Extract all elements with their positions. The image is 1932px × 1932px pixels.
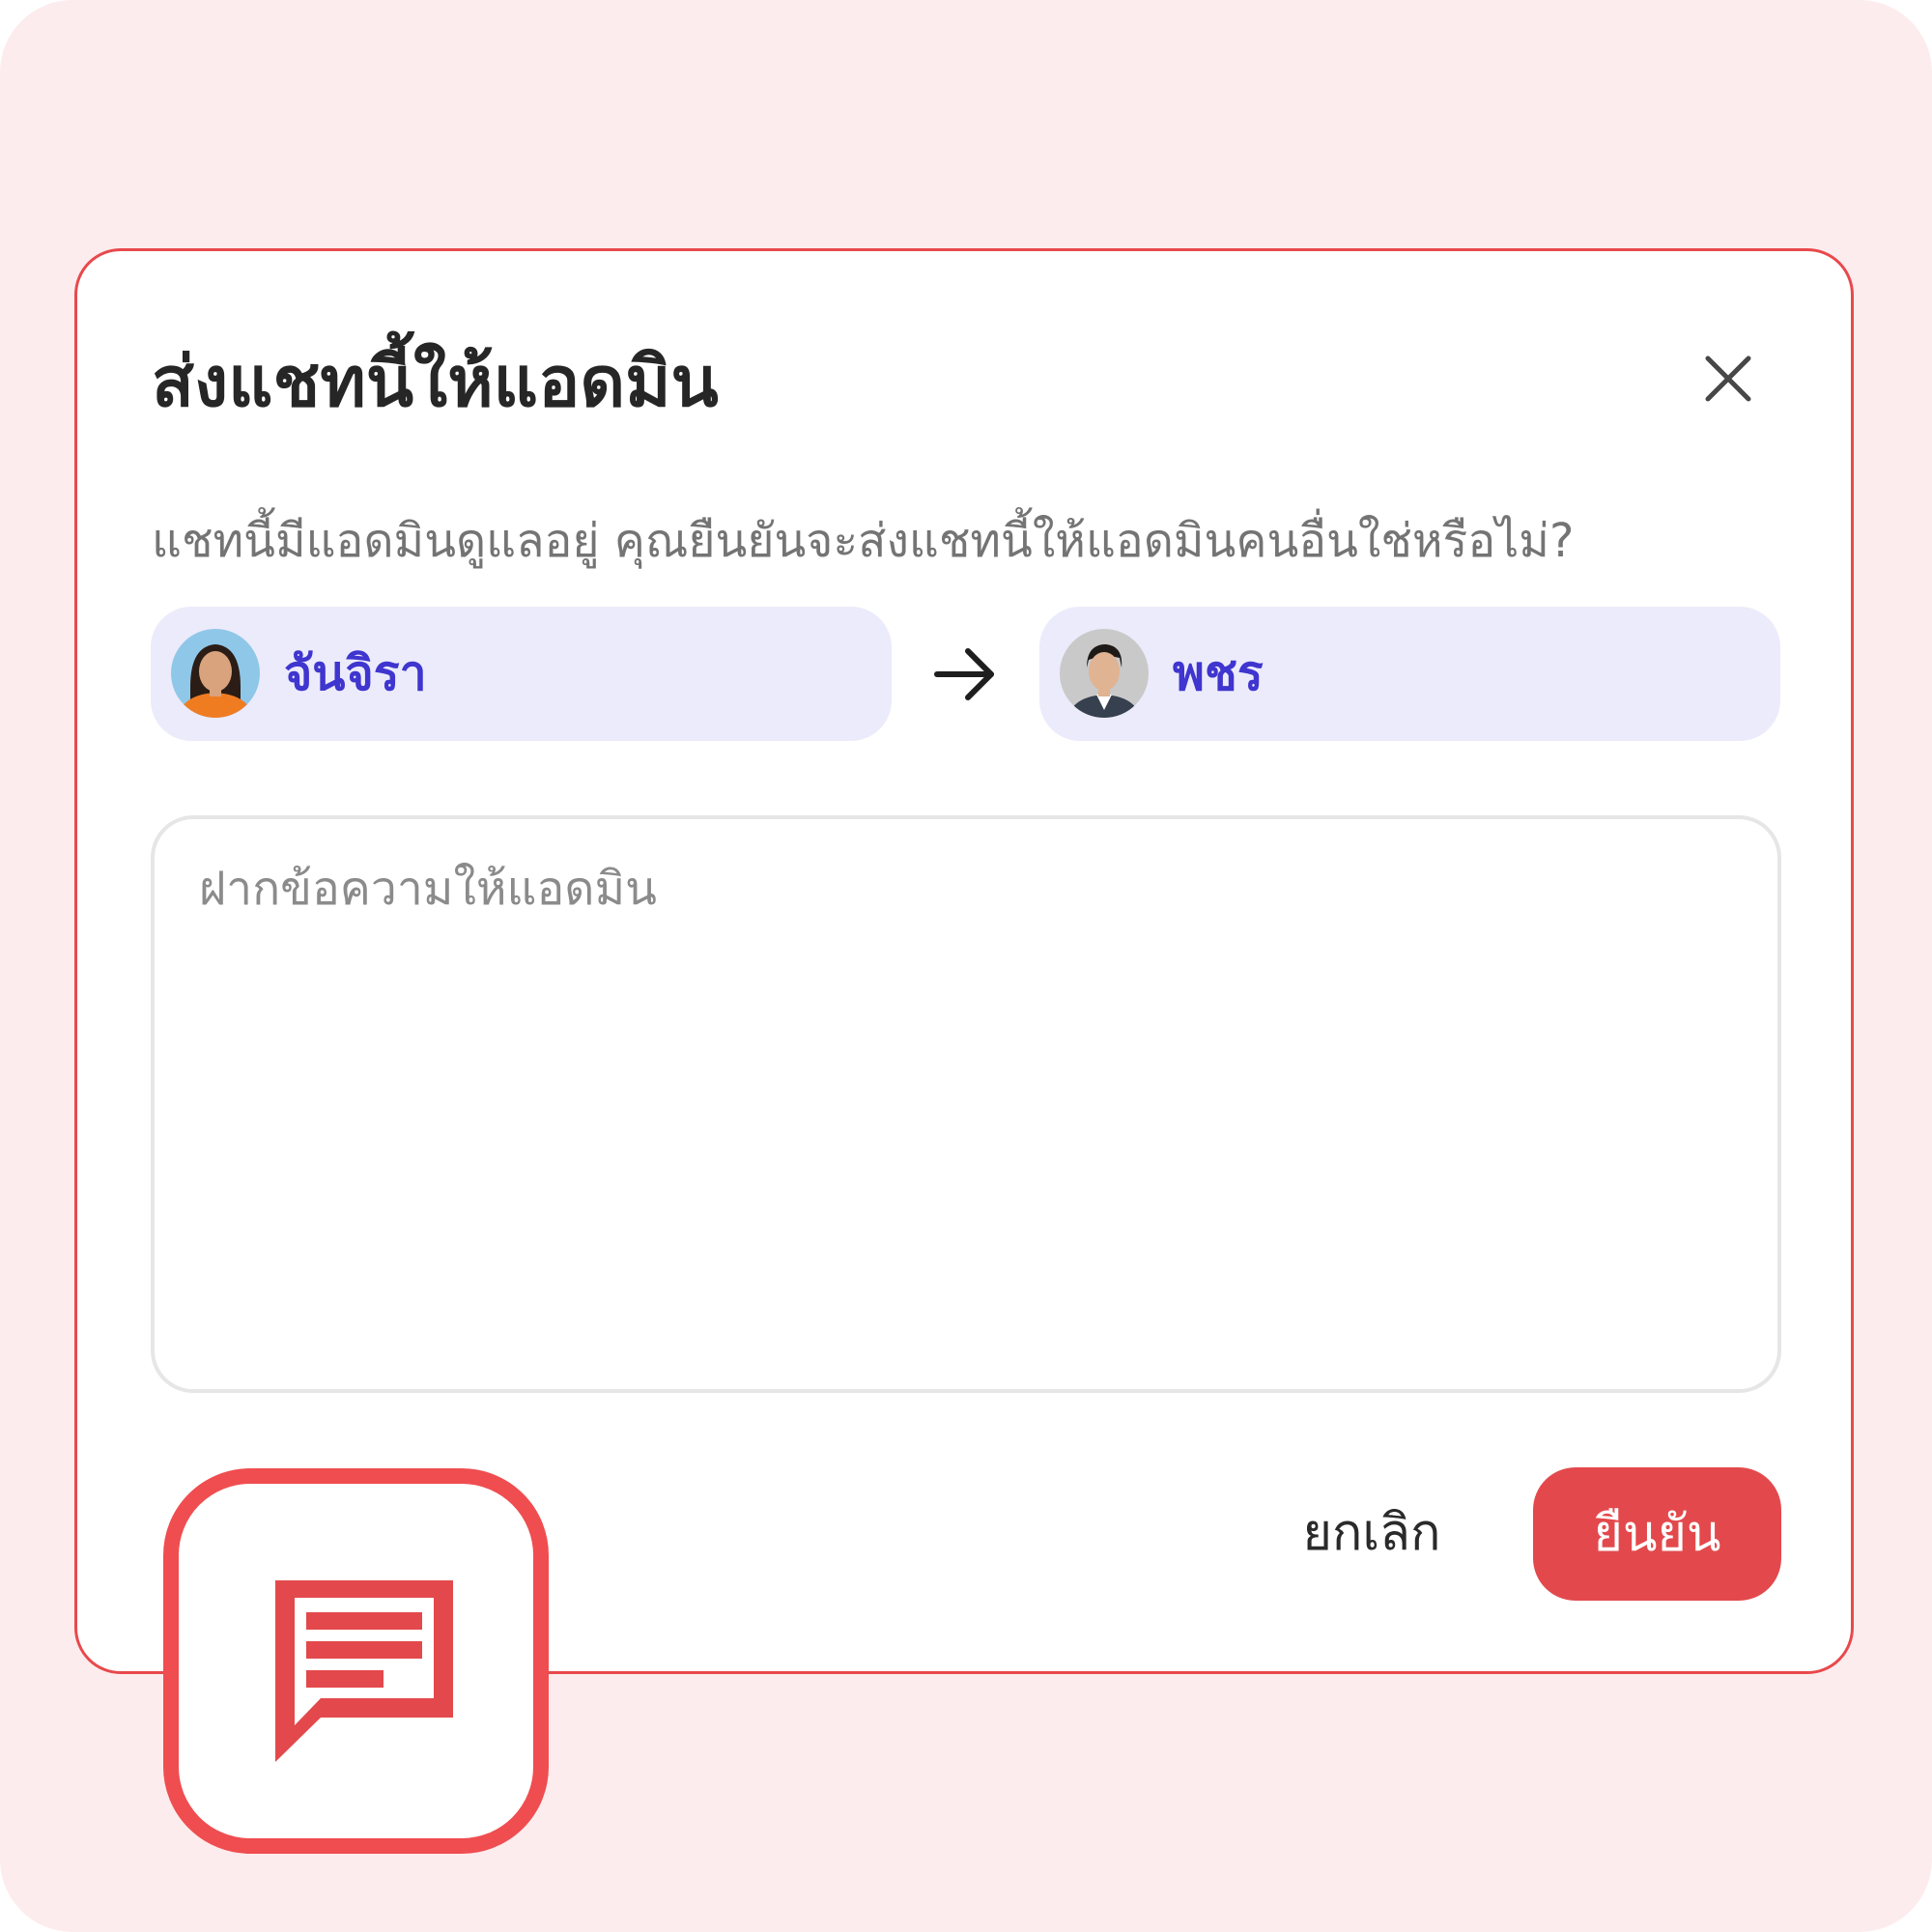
admin-note-field[interactable]: ฝากข้อความให้แอดมิน [151, 815, 1781, 1393]
close-button[interactable] [1692, 343, 1764, 414]
dialog-message: แชทนี้มีแอดมินดูแลอยู่ คุณยืนยันจะส่งแชท… [152, 514, 1575, 568]
from-admin-chip: จันจิรา [151, 607, 892, 741]
message-badge [163, 1468, 549, 1854]
confirm-button[interactable]: ยืนยัน [1533, 1467, 1781, 1601]
to-admin-chip: พชร [1039, 607, 1780, 741]
background-canvas: ส่งแชทนี้ให้แอดมิน แชทนี้มีแอดมินดูแลอยู… [0, 0, 1932, 1932]
dialog-title: ส่งแชทนี้ให้แอดมิน [152, 341, 719, 422]
avatar [1060, 629, 1149, 718]
message-icon [275, 1580, 453, 1762]
admin-note-placeholder: ฝากข้อความให้แอดมิน [199, 862, 657, 916]
avatar [171, 629, 260, 718]
arrow-right-icon [934, 648, 994, 700]
close-icon [1705, 355, 1751, 402]
to-admin-name: พชร [1173, 645, 1264, 701]
cancel-button[interactable]: ยกเลิก [1275, 1496, 1468, 1570]
from-admin-name: จันจิรา [284, 645, 427, 701]
